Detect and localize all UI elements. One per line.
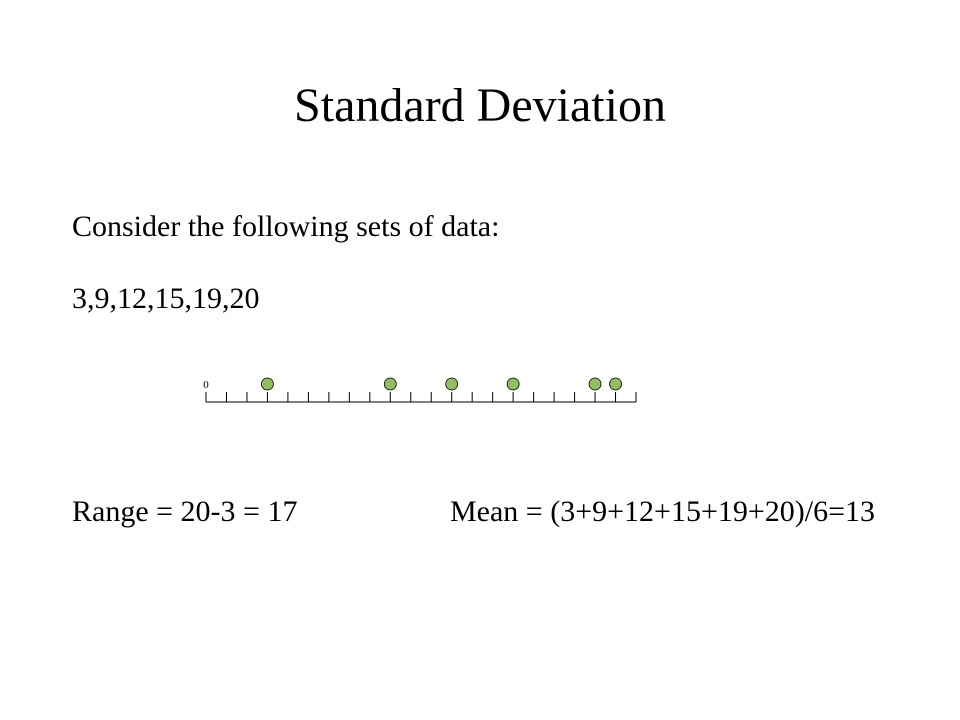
intro-text: Consider the following sets of data:: [72, 210, 499, 244]
page-title: Standard Deviation: [0, 78, 960, 133]
slide: Standard Deviation Consider the followin…: [0, 0, 960, 720]
number-line-chart: 020: [196, 362, 646, 422]
number-line-svg: 020: [196, 362, 646, 422]
range-text: Range = 20-3 = 17: [72, 495, 297, 529]
mean-text: Mean = (3+9+12+15+19+20)/6=13: [450, 495, 875, 529]
dataset-text: 3,9,12,15,19,20: [72, 282, 260, 316]
svg-text:0: 0: [203, 379, 209, 391]
